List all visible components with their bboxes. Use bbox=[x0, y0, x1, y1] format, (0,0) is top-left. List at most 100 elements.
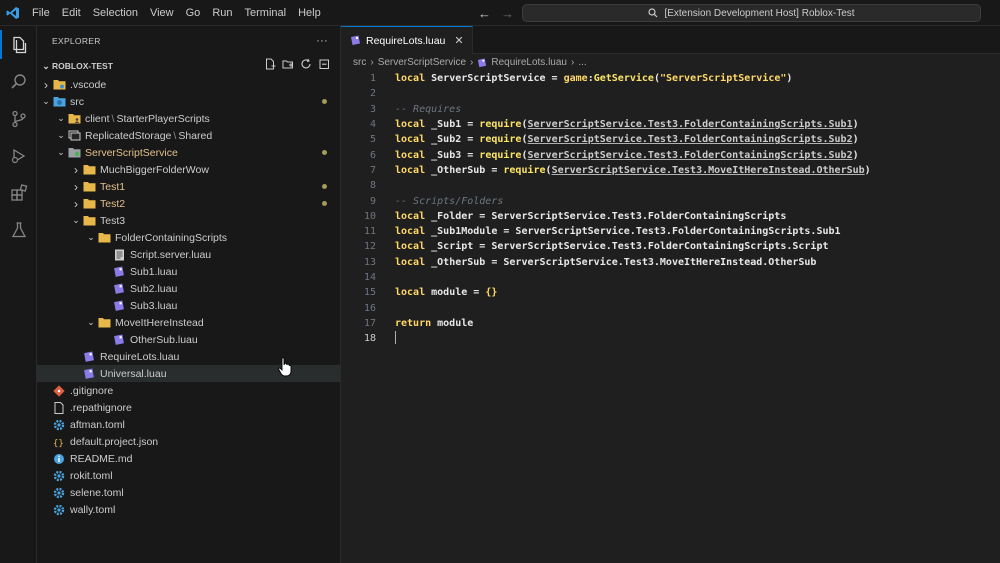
code-token: local bbox=[395, 287, 426, 299]
tree-item[interactable]: .gitignore bbox=[37, 382, 340, 399]
menu-item-selection[interactable]: Selection bbox=[87, 0, 144, 26]
vscode-folder-icon bbox=[52, 78, 66, 91]
menu-item-go[interactable]: Go bbox=[180, 0, 207, 26]
new-folder-icon[interactable] bbox=[282, 58, 294, 70]
line-content: local _OtherSub = require(ServerScriptSe… bbox=[376, 165, 871, 176]
testing-flask-icon[interactable] bbox=[0, 211, 37, 248]
script-file-icon bbox=[112, 248, 126, 261]
source-control-icon[interactable] bbox=[0, 100, 37, 137]
code-line: 3 -- Requires bbox=[341, 102, 1000, 117]
code-line: 5 local _Sub2 = require(ServerScriptServi… bbox=[341, 132, 1000, 147]
more-actions-icon[interactable]: ··· bbox=[316, 35, 328, 47]
menu-item-file[interactable]: File bbox=[26, 0, 56, 26]
info-icon bbox=[52, 452, 66, 465]
tree-item-label: RequireLots.luau bbox=[100, 350, 180, 363]
extensions-icon[interactable] bbox=[0, 174, 37, 211]
menu-item-edit[interactable]: Edit bbox=[56, 0, 87, 26]
tree-item[interactable]: › .vscode bbox=[37, 76, 340, 93]
tree-item[interactable]: Script.server.luau bbox=[37, 246, 340, 263]
path-separator: \ bbox=[173, 129, 177, 142]
forward-arrow-icon[interactable]: → bbox=[501, 6, 514, 21]
code-token: "ServerScriptService" bbox=[659, 73, 787, 85]
code-token: ) bbox=[852, 149, 859, 161]
new-file-icon[interactable] bbox=[264, 58, 276, 70]
code-token: _Folder = ServerScriptService.Test3.Fold… bbox=[425, 210, 787, 222]
tree-item[interactable]: {} default.project.json bbox=[37, 433, 340, 450]
refresh-icon[interactable] bbox=[300, 58, 312, 70]
search-icon[interactable] bbox=[0, 63, 37, 100]
explorer-icon[interactable] bbox=[0, 26, 37, 63]
code-token: module = bbox=[425, 287, 486, 299]
activity-bar bbox=[0, 26, 37, 563]
menu-item-terminal[interactable]: Terminal bbox=[239, 0, 293, 26]
modified-dot bbox=[322, 99, 327, 104]
tree-item[interactable]: ⌄ src bbox=[37, 93, 340, 110]
back-arrow-icon[interactable]: ← bbox=[478, 6, 491, 21]
chevron-right-icon: › bbox=[74, 179, 78, 194]
code-token: ServerScriptService.Test3.MoveItHereInst… bbox=[551, 164, 865, 176]
editor-area: RequireLots.luau ✕ src › ServerScriptSer… bbox=[341, 26, 1000, 563]
line-content: -- Scripts/Folders bbox=[376, 196, 503, 207]
luau-file-icon bbox=[112, 299, 126, 312]
code-token: require bbox=[479, 119, 522, 131]
code-token: local bbox=[395, 241, 426, 253]
breadcrumb-serverscriptservice[interactable]: ServerScriptService bbox=[378, 57, 466, 68]
tree-item[interactable]: ⌄ ServerScriptService bbox=[37, 144, 340, 161]
tree-item[interactable]: ⌄ ReplicatedStorage \ Shared bbox=[37, 127, 340, 144]
chevron-down-icon: ⌄ bbox=[57, 130, 65, 140]
tab-requirelots[interactable]: RequireLots.luau ✕ bbox=[341, 26, 473, 54]
workspace-section-header[interactable]: ⌄ ROBLOX-TEST bbox=[37, 56, 340, 76]
text-cursor bbox=[395, 330, 396, 344]
code-editor[interactable]: 1 local ServerScriptService = game:GetSer… bbox=[341, 71, 1000, 346]
chevron-down-icon: ⌄ bbox=[42, 60, 50, 71]
tree-item[interactable]: rokit.toml bbox=[37, 467, 340, 484]
breadcrumb-symbol[interactable]: ... bbox=[578, 57, 586, 68]
code-line: 18 bbox=[341, 330, 1000, 346]
tree-item[interactable]: Sub1.luau bbox=[37, 263, 340, 280]
tree-item[interactable]: ⌄ MoveItHereInstead bbox=[37, 314, 340, 331]
menu-item-help[interactable]: Help bbox=[292, 0, 327, 26]
tree-item[interactable]: › Test2 bbox=[37, 195, 340, 212]
tree-item[interactable]: aftman.toml bbox=[37, 416, 340, 433]
line-number: 2 bbox=[369, 88, 376, 100]
code-token: module bbox=[431, 317, 474, 329]
code-line: 2 bbox=[341, 86, 1000, 101]
tree-item[interactable]: Sub3.luau bbox=[37, 297, 340, 314]
line-content: return module bbox=[376, 318, 473, 329]
tree-item[interactable]: wally.toml bbox=[37, 501, 340, 518]
search-icon bbox=[648, 8, 658, 18]
tree-item[interactable]: README.md bbox=[37, 450, 340, 467]
code-token: return bbox=[395, 317, 432, 329]
breadcrumb-src[interactable]: src bbox=[353, 57, 366, 68]
collapse-all-icon[interactable] bbox=[318, 58, 330, 70]
tree-item[interactable]: selene.toml bbox=[37, 484, 340, 501]
tree-item[interactable]: ⌄ Test3 bbox=[37, 212, 340, 229]
menu-item-view[interactable]: View bbox=[144, 0, 180, 26]
tree-item[interactable]: OtherSub.luau bbox=[37, 331, 340, 348]
explorer-sidebar: EXPLORER ··· ⌄ ROBLOX-TEST › .vscode ⌄ src ⌄… bbox=[37, 26, 341, 563]
code-token: local bbox=[395, 164, 426, 176]
tree-item-suffix: StarterPlayerScripts bbox=[116, 112, 210, 125]
chevron-down-icon: ⌄ bbox=[72, 215, 80, 225]
breadcrumb-file[interactable]: RequireLots.luau bbox=[491, 57, 567, 68]
tree-item[interactable]: RequireLots.luau bbox=[37, 348, 340, 365]
tree-item[interactable]: › MuchBiggerFolderWow bbox=[37, 161, 340, 178]
code-token: _OtherSub = ServerScriptService.Test3.Mo… bbox=[425, 256, 817, 268]
code-token: _Sub3 = bbox=[425, 149, 480, 161]
tree-item[interactable]: › Test1 bbox=[37, 178, 340, 195]
line-number: 1 bbox=[369, 73, 376, 85]
code-token: -- Scripts/Folders bbox=[395, 195, 504, 207]
tree-item[interactable]: .repathignore bbox=[37, 399, 340, 416]
code-token: _Sub1Module = ServerScriptService.Test3.… bbox=[425, 226, 841, 238]
tree-item[interactable]: ⌄ client \ StarterPlayerScripts bbox=[37, 110, 340, 127]
close-icon[interactable]: ✕ bbox=[454, 34, 463, 47]
command-center-search[interactable]: [Extension Development Host] Roblox-Test bbox=[522, 4, 981, 22]
code-token: _OtherSub = bbox=[425, 164, 504, 176]
tree-item[interactable]: Universal.luau bbox=[37, 365, 340, 382]
tree-item[interactable]: Sub2.luau bbox=[37, 280, 340, 297]
run-debug-icon[interactable] bbox=[0, 137, 37, 174]
menu-item-run[interactable]: Run bbox=[206, 0, 238, 26]
tree-item[interactable]: ⌄ FolderContainingScripts bbox=[37, 229, 340, 246]
luau-file-icon bbox=[478, 57, 487, 67]
client-folder-icon bbox=[67, 112, 81, 125]
